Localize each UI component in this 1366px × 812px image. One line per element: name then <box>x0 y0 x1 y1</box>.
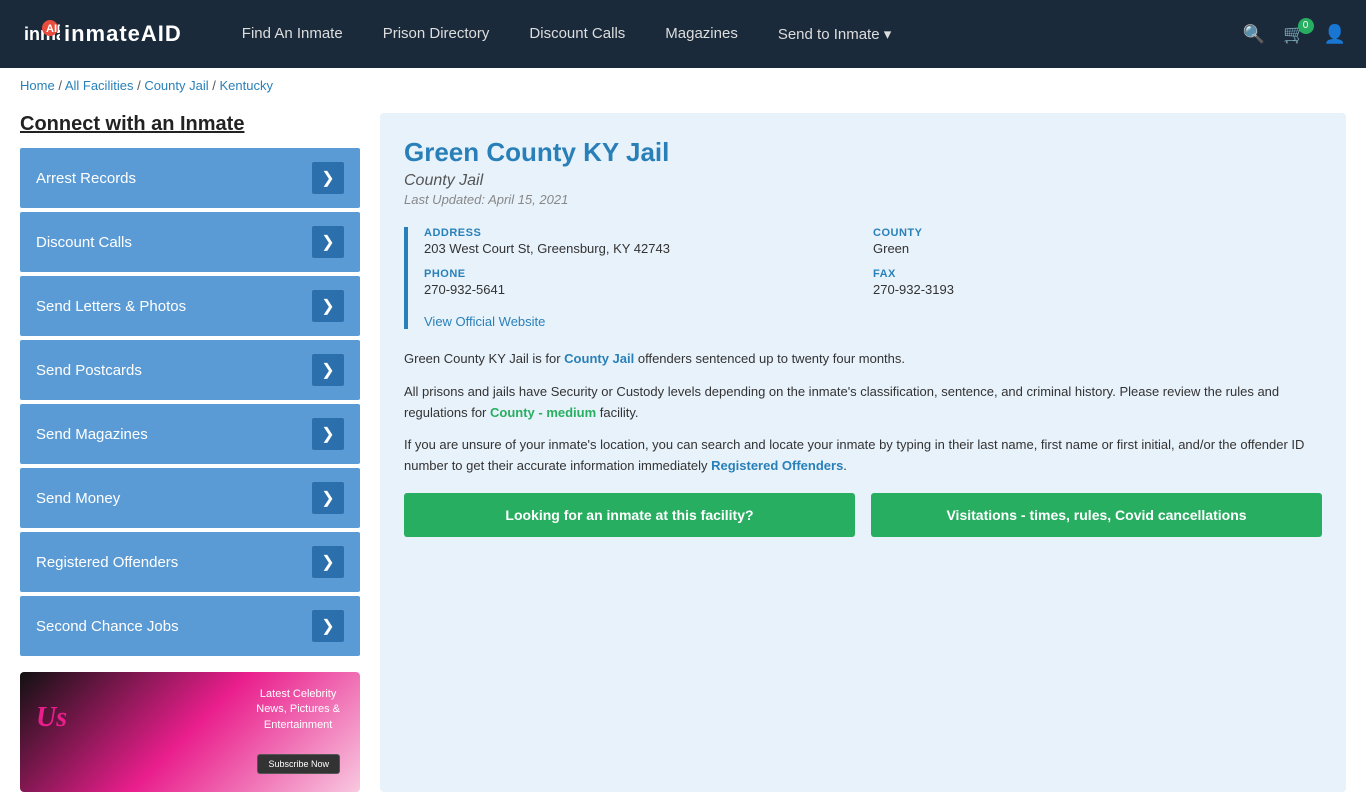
fax-value: 270-932-3193 <box>873 282 1322 297</box>
send-to-inmate-btn[interactable]: Send to Inmate ▾ <box>778 25 891 43</box>
logo-text: inmateAID <box>64 21 182 47</box>
breadcrumb-county-jail[interactable]: County Jail <box>144 78 208 93</box>
view-website-link[interactable]: View Official Website <box>424 314 545 329</box>
desc1-before: Green County KY Jail is for <box>404 351 564 366</box>
sidebar-item-send-magazines[interactable]: Send Magazines ❯ <box>20 404 360 464</box>
facility-description: Green County KY Jail is for County Jail … <box>404 349 1322 477</box>
sidebar-label-send-magazines: Send Magazines <box>36 426 148 443</box>
facility-updated: Last Updated: April 15, 2021 <box>404 192 1322 207</box>
facility-content: Green County KY Jail County Jail Last Up… <box>380 113 1346 792</box>
ad-subscribe-button[interactable]: Subscribe Now <box>257 754 340 774</box>
arrow-icon-6: ❯ <box>312 546 344 578</box>
sidebar-item-discount-calls[interactable]: Discount Calls ❯ <box>20 212 360 272</box>
visitations-button[interactable]: Visitations - times, rules, Covid cancel… <box>871 493 1322 537</box>
sidebar-title: Connect with an Inmate <box>20 113 360 136</box>
breadcrumb-kentucky[interactable]: Kentucky <box>219 78 272 93</box>
desc-para-2: All prisons and jails have Security or C… <box>404 382 1322 424</box>
ad-logo: Us <box>36 702 67 734</box>
logo[interactable]: inmate AID inmateAID <box>20 14 182 54</box>
breadcrumb: Home / All Facilities / County Jail / Ke… <box>0 68 1366 103</box>
desc2-after: facility. <box>596 405 638 420</box>
desc-para-3: If you are unsure of your inmate's locat… <box>404 435 1322 477</box>
county-label: COUNTY <box>873 227 1322 239</box>
nav-prison-directory[interactable]: Prison Directory <box>383 25 490 43</box>
desc3-before: If you are unsure of your inmate's locat… <box>404 437 1304 473</box>
sidebar-menu: Arrest Records ❯ Discount Calls ❯ Send L… <box>20 148 360 656</box>
nav-links: Find An Inmate Prison Directory Discount… <box>242 25 1243 43</box>
main-container: Connect with an Inmate Arrest Records ❯ … <box>0 103 1366 812</box>
facility-info-box: ADDRESS 203 West Court St, Greensburg, K… <box>404 227 1322 329</box>
sidebar-item-send-postcards[interactable]: Send Postcards ❯ <box>20 340 360 400</box>
arrow-icon-7: ❯ <box>312 610 344 642</box>
cart-badge: 0 <box>1298 18 1314 34</box>
desc3-after: . <box>843 458 847 473</box>
county-value: Green <box>873 241 1322 256</box>
breadcrumb-all-facilities[interactable]: All Facilities <box>65 78 134 93</box>
desc-para-1: Green County KY Jail is for County Jail … <box>404 349 1322 370</box>
phone-value: 270-932-5641 <box>424 282 873 297</box>
svg-text:AID: AID <box>46 23 60 35</box>
fax-group: FAX 270-932-3193 <box>873 268 1322 297</box>
sidebar-item-arrest-records[interactable]: Arrest Records ❯ <box>20 148 360 208</box>
nav-right: 🔍 🛒 0 👤 <box>1243 24 1346 45</box>
sidebar-label-registered-offenders: Registered Offenders <box>36 554 178 571</box>
sidebar-label-send-postcards: Send Postcards <box>36 362 142 379</box>
phone-label: PHONE <box>424 268 873 280</box>
ad-line2: News, Pictures & <box>256 702 340 717</box>
navigation: inmate AID inmateAID Find An Inmate Pris… <box>0 0 1366 68</box>
arrow-icon-5: ❯ <box>312 482 344 514</box>
facility-title: Green County KY Jail <box>404 137 1322 168</box>
arrow-icon-2: ❯ <box>312 290 344 322</box>
search-button[interactable]: 🔍 <box>1243 24 1265 45</box>
address-value: 203 West Court St, Greensburg, KY 42743 <box>424 241 873 256</box>
sidebar-item-registered-offenders[interactable]: Registered Offenders ❯ <box>20 532 360 592</box>
fax-label: FAX <box>873 268 1322 280</box>
sidebar-label-send-money: Send Money <box>36 490 120 507</box>
ad-line1: Latest Celebrity <box>256 687 340 702</box>
account-button[interactable]: 👤 <box>1324 24 1346 45</box>
logo-icon: inmate AID <box>20 14 60 54</box>
ad-text: Latest Celebrity News, Pictures & Entert… <box>256 687 340 733</box>
facility-type: County Jail <box>404 172 1322 190</box>
desc2-link[interactable]: County - medium <box>490 405 596 420</box>
breadcrumb-home[interactable]: Home <box>20 78 55 93</box>
address-label: ADDRESS <box>424 227 873 239</box>
arrow-icon-4: ❯ <box>312 418 344 450</box>
phone-group: PHONE 270-932-5641 <box>424 268 873 297</box>
sidebar-label-second-chance-jobs: Second Chance Jobs <box>36 618 179 635</box>
arrow-icon-3: ❯ <box>312 354 344 386</box>
nav-discount-calls[interactable]: Discount Calls <box>529 25 625 43</box>
sidebar-item-send-letters[interactable]: Send Letters & Photos ❯ <box>20 276 360 336</box>
ad-banner[interactable]: Us Latest Celebrity News, Pictures & Ent… <box>20 672 360 792</box>
desc1-link[interactable]: County Jail <box>564 351 634 366</box>
sidebar-label-send-letters: Send Letters & Photos <box>36 298 186 315</box>
address-group: ADDRESS 203 West Court St, Greensburg, K… <box>424 227 873 256</box>
county-group: COUNTY Green <box>873 227 1322 256</box>
sidebar-item-second-chance-jobs[interactable]: Second Chance Jobs ❯ <box>20 596 360 656</box>
nav-find-inmate[interactable]: Find An Inmate <box>242 25 343 43</box>
action-buttons: Looking for an inmate at this facility? … <box>404 493 1322 537</box>
sidebar-label-arrest-records: Arrest Records <box>36 170 136 187</box>
website-group: View Official Website <box>424 313 1322 329</box>
sidebar: Connect with an Inmate Arrest Records ❯ … <box>20 113 360 792</box>
find-inmate-button[interactable]: Looking for an inmate at this facility? <box>404 493 855 537</box>
nav-magazines[interactable]: Magazines <box>665 25 738 43</box>
sidebar-item-send-money[interactable]: Send Money ❯ <box>20 468 360 528</box>
ad-line3: Entertainment <box>256 718 340 733</box>
cart-container[interactable]: 🛒 0 <box>1283 24 1305 45</box>
arrow-icon-0: ❯ <box>312 162 344 194</box>
desc3-link[interactable]: Registered Offenders <box>711 458 843 473</box>
desc1-after: offenders sentenced up to twenty four mo… <box>634 351 905 366</box>
arrow-icon-1: ❯ <box>312 226 344 258</box>
sidebar-label-discount-calls: Discount Calls <box>36 234 132 251</box>
